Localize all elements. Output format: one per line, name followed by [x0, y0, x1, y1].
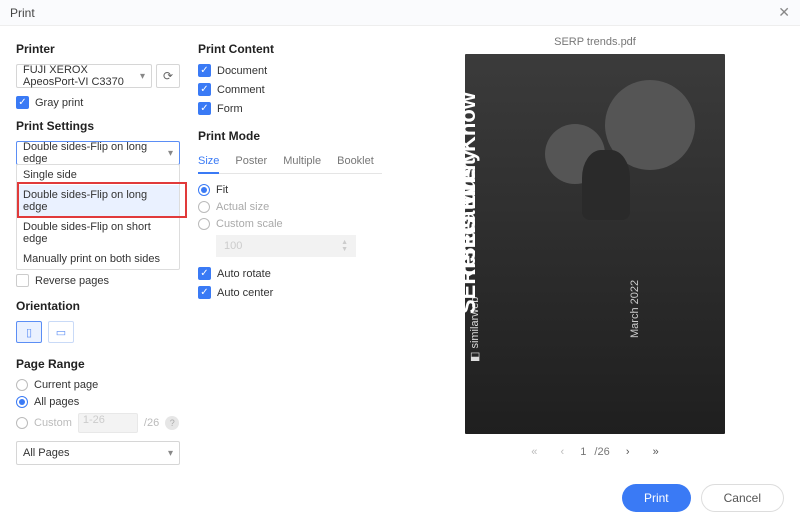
- comment-checkbox[interactable]: ✓: [198, 83, 211, 96]
- page-range-select[interactable]: All Pages ▾: [16, 441, 180, 465]
- auto-rotate-label: Auto rotate: [217, 268, 271, 280]
- gray-print-checkbox[interactable]: ✓: [16, 96, 29, 109]
- auto-center-checkbox[interactable]: ✓: [198, 286, 211, 299]
- document-label: Document: [217, 65, 267, 77]
- cancel-button[interactable]: Cancel: [701, 484, 784, 512]
- preview-filename: SERP trends.pdf: [554, 36, 636, 48]
- pager-prev-button[interactable]: ‹: [552, 442, 572, 462]
- preview-title-line: SERP Feature: [465, 169, 481, 314]
- sides-selected: Double sides-Flip on long edge: [23, 141, 168, 165]
- person-illustration: [582, 150, 630, 220]
- custom-scale-label: Custom scale: [216, 218, 283, 230]
- orientation-landscape-button[interactable]: ▭: [48, 321, 74, 343]
- print-button[interactable]: Print: [622, 484, 691, 512]
- close-icon[interactable]: ✕: [778, 4, 790, 21]
- print-preview: ◧ similarweb SEO Must Know Trends Every …: [465, 54, 725, 434]
- custom-scale-input: 100 ▲▼: [216, 235, 356, 257]
- stepper-down-icon: ▼: [341, 246, 348, 253]
- tab-poster[interactable]: Poster: [235, 151, 267, 173]
- custom-range-total: /26: [144, 417, 159, 429]
- printer-select[interactable]: FUJI XEROX ApeosPort-VI C3370 ▾: [16, 64, 152, 88]
- gray-print-label: Gray print: [35, 97, 83, 109]
- pager-first-button[interactable]: «: [524, 442, 544, 462]
- preview-date: March 2022: [629, 280, 641, 338]
- form-checkbox[interactable]: ✓: [198, 102, 211, 115]
- pager-last-button[interactable]: »: [646, 442, 666, 462]
- form-label: Form: [217, 103, 243, 115]
- fit-radio[interactable]: [198, 184, 210, 196]
- chevron-down-icon: ▾: [140, 71, 145, 82]
- sides-select[interactable]: Double sides-Flip on long edge ▾: [16, 141, 180, 165]
- auto-rotate-checkbox[interactable]: ✓: [198, 267, 211, 280]
- stepper-up-icon: ▲: [341, 239, 348, 246]
- preview-pager: « ‹ 1/26 › »: [524, 442, 665, 462]
- auto-center-label: Auto center: [217, 287, 273, 299]
- all-pages-label: All pages: [34, 396, 79, 408]
- sides-dropdown: Single side Double sides-Flip on long ed…: [16, 164, 180, 270]
- sides-option-long-edge[interactable]: Double sides-Flip on long edge: [17, 185, 179, 217]
- tab-size[interactable]: Size: [198, 151, 219, 173]
- document-checkbox[interactable]: ✓: [198, 64, 211, 77]
- reverse-pages-checkbox[interactable]: ✓: [16, 274, 29, 287]
- custom-range-label: Custom: [34, 417, 72, 429]
- print-mode-label: Print Mode: [198, 129, 382, 143]
- custom-scale-value: 100: [224, 240, 242, 252]
- custom-scale-radio[interactable]: [198, 218, 210, 230]
- print-content-label: Print Content: [198, 42, 382, 56]
- tab-booklet[interactable]: Booklet: [337, 151, 374, 173]
- page-range-label: Page Range: [16, 357, 180, 371]
- refresh-printers-button[interactable]: ⟳: [156, 64, 180, 88]
- custom-range-radio[interactable]: [16, 417, 28, 429]
- sides-option-manual[interactable]: Manually print on both sides: [17, 249, 179, 269]
- page-range-select-value: All Pages: [23, 447, 69, 459]
- sides-option-single[interactable]: Single side: [17, 165, 179, 185]
- chevron-down-icon: ▾: [168, 448, 173, 459]
- chevron-down-icon: ▾: [168, 148, 173, 159]
- pager-next-button[interactable]: ›: [618, 442, 638, 462]
- printer-selected: FUJI XEROX ApeosPort-VI C3370: [23, 64, 140, 88]
- reverse-pages-label: Reverse pages: [35, 275, 109, 287]
- orientation-portrait-button[interactable]: ▯: [16, 321, 42, 343]
- custom-range-input[interactable]: 1-26: [78, 413, 138, 433]
- current-page-label: Current page: [34, 379, 98, 391]
- window-title: Print: [10, 6, 35, 20]
- tab-multiple[interactable]: Multiple: [283, 151, 321, 173]
- comment-label: Comment: [217, 84, 265, 96]
- actual-size-radio[interactable]: [198, 201, 210, 213]
- printer-label: Printer: [16, 42, 180, 56]
- pager-total: /26: [594, 446, 609, 458]
- help-icon[interactable]: ?: [165, 416, 179, 430]
- orientation-label: Orientation: [16, 299, 180, 313]
- sides-option-short-edge[interactable]: Double sides-Flip on short edge: [17, 217, 179, 249]
- actual-size-label: Actual size: [216, 201, 269, 213]
- pager-current: 1: [580, 446, 586, 458]
- all-pages-radio[interactable]: [16, 396, 28, 408]
- current-page-radio[interactable]: [16, 379, 28, 391]
- fit-label: Fit: [216, 184, 228, 196]
- print-settings-label: Print Settings: [16, 119, 180, 133]
